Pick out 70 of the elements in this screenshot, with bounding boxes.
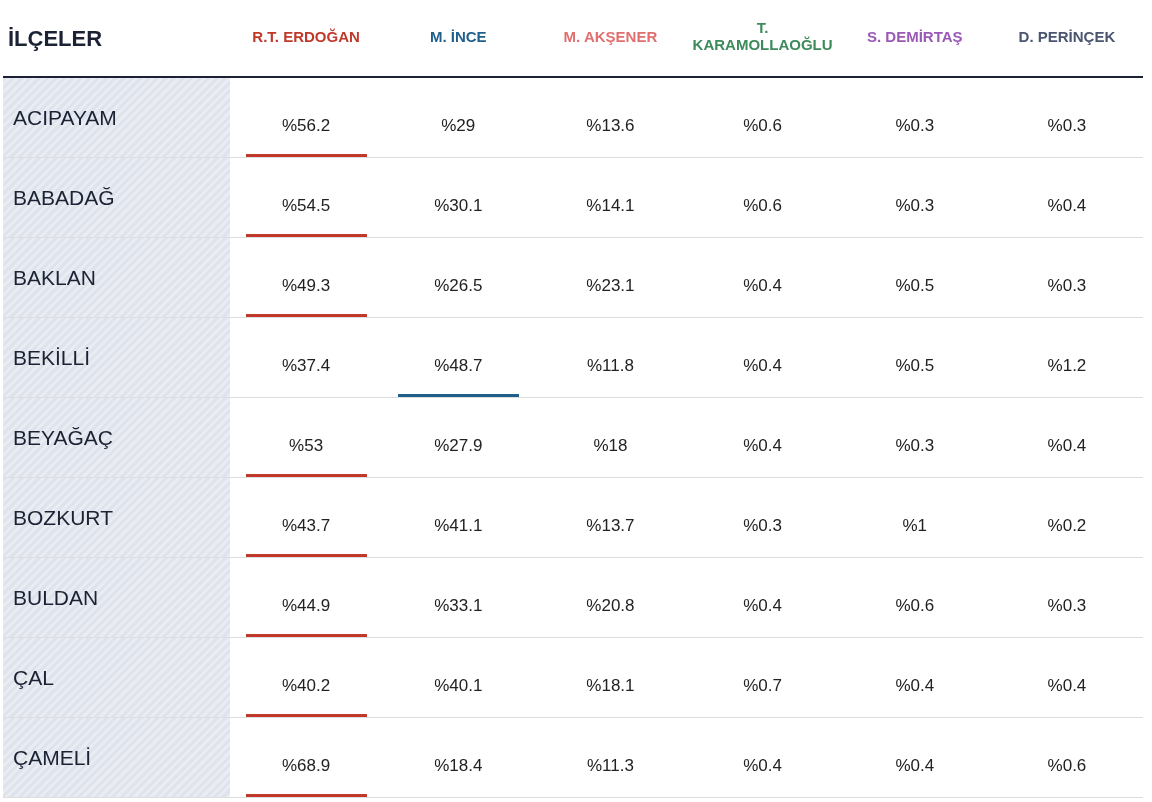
percentage-cell-text: %0.4: [894, 754, 936, 777]
percentage-cell-text: %0.5: [894, 354, 936, 377]
percentage-cell: %53: [245, 405, 367, 478]
percentage-cell-text: %13.7: [585, 514, 636, 537]
percentage-cell-text: %0.2: [1046, 514, 1088, 537]
percentage-cell-text: %0.4: [894, 674, 936, 697]
district-cell: BOZKURT: [3, 478, 230, 557]
percentage-cell-text: %33.1: [433, 594, 484, 617]
percentage-cell-text: %29: [440, 114, 477, 137]
percentage-cell: %49.3: [245, 245, 367, 318]
percentage-cell-text: %0.3: [1046, 274, 1088, 297]
percentage-cell-text: %0.3: [1046, 114, 1088, 137]
percentage-cell-text: %0.6: [742, 114, 783, 137]
percentage-cell: %44.9: [245, 565, 367, 638]
district-cell: ÇAL: [3, 638, 230, 717]
percentage-cell-text: %40.1: [433, 674, 484, 697]
percentage-cell-text: %0.3: [1046, 594, 1088, 617]
percentage-cell-text: %37.4: [280, 354, 332, 377]
percentage-cell-text: %23.1: [585, 274, 636, 297]
candidate-heading: D. PERİNÇEK: [1018, 27, 1116, 45]
percentage-cell-text: %18.1: [585, 674, 636, 697]
percentage-cell: %43.7: [245, 485, 367, 558]
percentage-cell-text: %18: [592, 434, 629, 457]
percentage-cell-text: %0.6: [1046, 754, 1088, 777]
district-cell: BEYAĞAÇ: [3, 398, 230, 477]
percentage-cell-text: %13.6: [585, 114, 636, 137]
district-cell: ACIPAYAM: [3, 78, 230, 157]
percentage-cell-text: %0.3: [742, 514, 783, 537]
percentage-cell-text: %20.8: [585, 594, 636, 617]
percentage-cell-text: %18.4: [433, 754, 484, 777]
percentage-cell: %56.2: [245, 85, 367, 158]
percentage-cell-text: %0.3: [894, 114, 936, 137]
percentage-cell-text: %0.4: [1046, 434, 1088, 457]
candidate-heading: M. İNCE: [429, 27, 487, 45]
percentage-cell: %68.9: [245, 725, 367, 798]
percentage-cell: %54.5: [245, 165, 367, 238]
district-cell: BULDAN: [3, 558, 230, 637]
candidate-heading: S. DEMİRTAŞ: [867, 27, 963, 45]
percentage-cell-text: %27.9: [433, 434, 484, 457]
percentage-cell-text: %0.6: [894, 594, 936, 617]
percentage-cell-text: %14.1: [585, 194, 636, 217]
district-cell: ÇAMELİ: [3, 718, 230, 797]
percentage-cell-text: %26.5: [433, 274, 484, 297]
percentage-cell-text: %0.4: [742, 274, 783, 297]
percentage-cell-text: %0.3: [894, 434, 936, 457]
percentage-cell-text: %11.8: [585, 354, 635, 377]
percentage-cell-text: %0.4: [742, 754, 783, 777]
percentage-cell-text: %0.5: [894, 274, 936, 297]
percentage-cell-text: %0.3: [894, 194, 936, 217]
percentage-cell-text: %11.3: [585, 754, 635, 777]
percentage-cell-text: %0.4: [742, 434, 783, 457]
candidate-heading: T. KARAMOLLAOĞLU: [692, 19, 833, 53]
candidate-heading: R.T. ERDOĞAN: [252, 27, 360, 45]
percentage-cell-text: %0.4: [1046, 194, 1088, 217]
district-cell: BAKLAN: [3, 238, 230, 317]
percentage-cell-text: %1: [901, 514, 929, 537]
percentage-cell-text: %0.4: [1046, 674, 1088, 697]
candidate-heading: M. AKŞENER: [563, 27, 658, 45]
district-cell: BEKİLLİ: [3, 318, 230, 397]
percentage-cell-text: %0.4: [742, 594, 783, 617]
district-cell: BABADAĞ: [3, 158, 230, 237]
percentage-cell-text: %0.4: [742, 354, 783, 377]
percentage-cell: %40.2: [245, 645, 367, 718]
percentage-cell-text: %1.2: [1046, 354, 1088, 377]
percentage-cell-text: %30.1: [433, 194, 484, 217]
percentage-cell-text: %0.6: [742, 194, 783, 217]
percentage-cell-text: %41.1: [433, 514, 484, 537]
percentage-cell: %48.7: [397, 325, 519, 398]
percentage-cell-text: %0.7: [742, 674, 783, 697]
column-heading: İLÇELER: [8, 24, 103, 53]
